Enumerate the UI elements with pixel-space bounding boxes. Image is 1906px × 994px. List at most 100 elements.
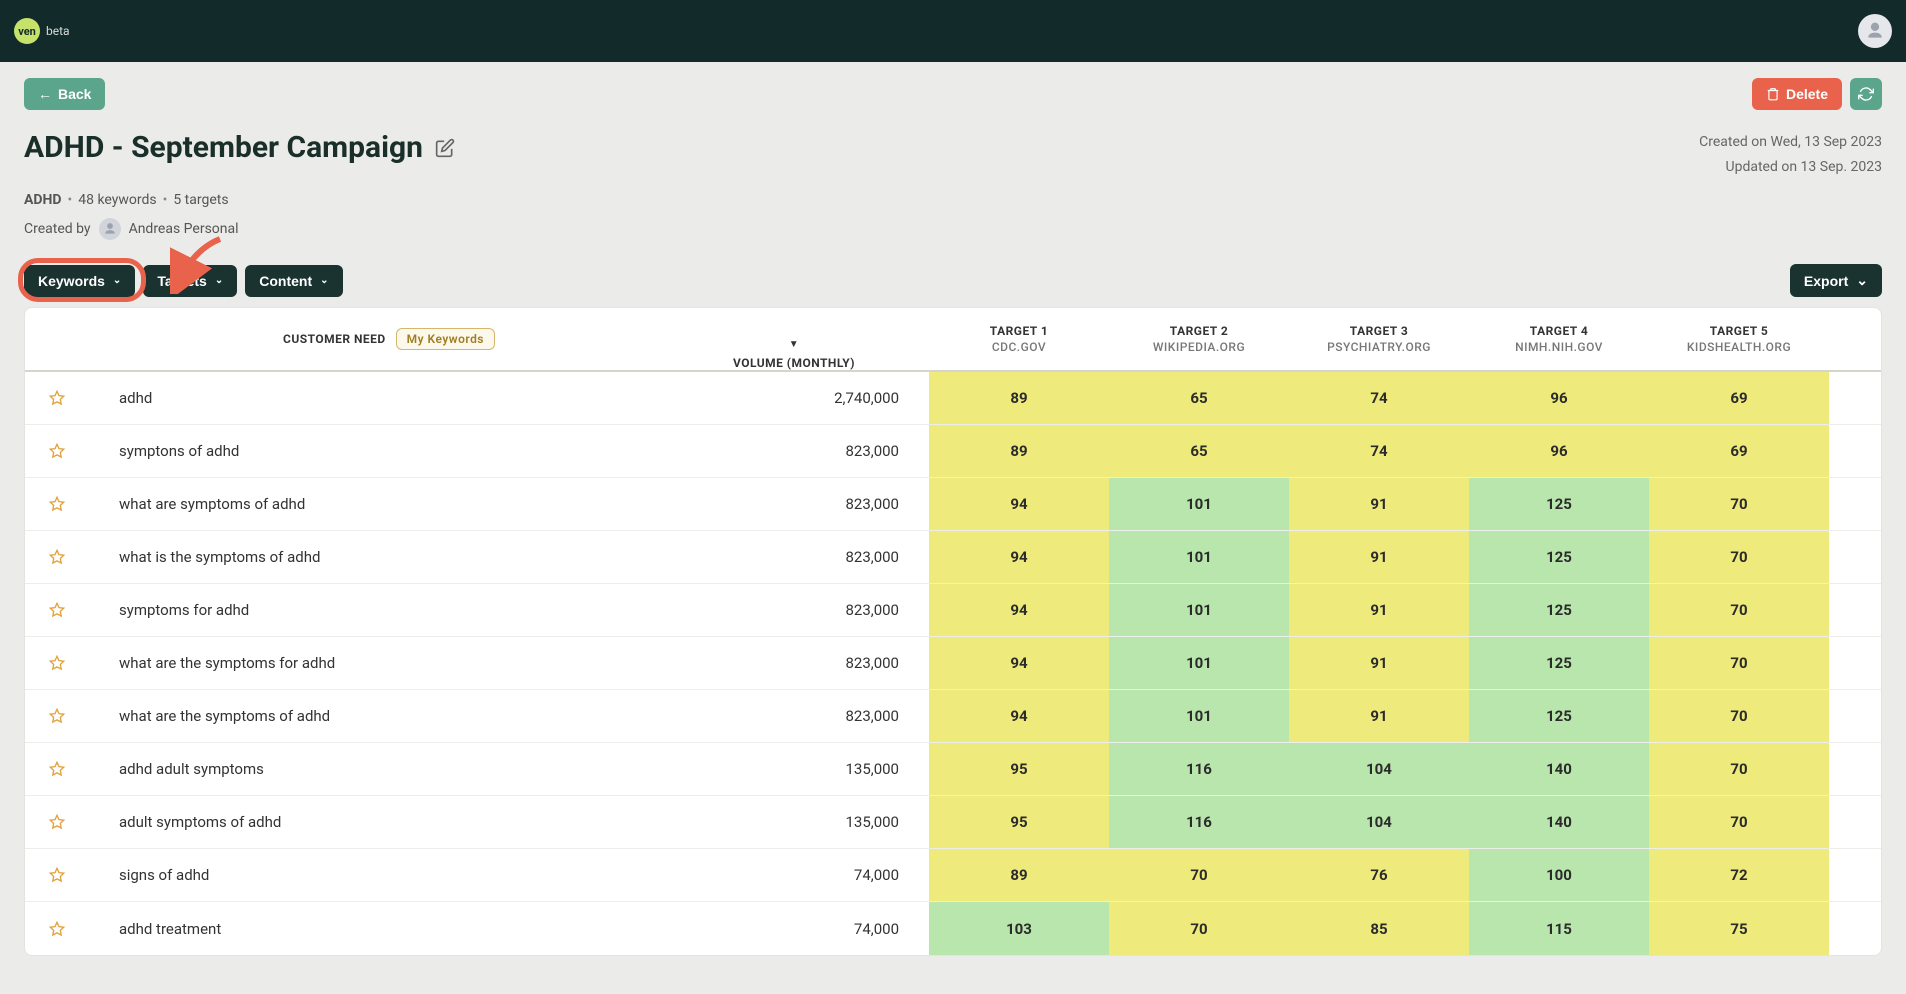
score-cell[interactable]: 115 <box>1469 902 1649 955</box>
delete-button[interactable]: Delete <box>1752 78 1842 110</box>
score-cell[interactable]: 69 <box>1649 425 1829 477</box>
keyword-cell[interactable]: adhd <box>89 372 689 424</box>
score-cell[interactable]: 125 <box>1469 531 1649 583</box>
star-cell[interactable] <box>25 637 89 689</box>
score-cell[interactable]: 70 <box>1649 637 1829 689</box>
score-cell[interactable]: 70 <box>1649 584 1829 636</box>
star-cell[interactable] <box>25 425 89 477</box>
star-cell[interactable] <box>25 531 89 583</box>
score-cell[interactable]: 94 <box>929 478 1109 530</box>
score-cell[interactable]: 91 <box>1289 690 1469 742</box>
score-cell[interactable]: 85 <box>1289 902 1469 955</box>
star-icon[interactable] <box>49 761 65 777</box>
score-cell[interactable]: 140 <box>1469 796 1649 848</box>
score-cell[interactable]: 69 <box>1649 372 1829 424</box>
score-cell[interactable]: 89 <box>929 425 1109 477</box>
score-cell[interactable]: 95 <box>929 796 1109 848</box>
score-cell[interactable]: 89 <box>929 849 1109 901</box>
score-cell[interactable]: 125 <box>1469 690 1649 742</box>
score-cell[interactable]: 70 <box>1109 902 1289 955</box>
keyword-cell[interactable]: what are the symptoms of adhd <box>89 690 689 742</box>
score-cell[interactable]: 65 <box>1109 372 1289 424</box>
col-volume[interactable]: ▼ VOLUME (MONTHLY) <box>689 308 929 370</box>
score-cell[interactable]: 75 <box>1649 902 1829 955</box>
tab-content[interactable]: Content ⌄ <box>245 265 342 297</box>
keyword-cell[interactable]: adult symptoms of adhd <box>89 796 689 848</box>
score-cell[interactable]: 94 <box>929 637 1109 689</box>
score-cell[interactable]: 72 <box>1649 849 1829 901</box>
keyword-cell[interactable]: what are symptoms of adhd <box>89 478 689 530</box>
col-target-1[interactable]: TARGET 1CDC.GOV <box>929 308 1109 370</box>
score-cell[interactable]: 125 <box>1469 584 1649 636</box>
edit-icon[interactable] <box>435 138 455 158</box>
tab-keywords[interactable]: Keywords ⌄ <box>24 265 135 297</box>
star-icon[interactable] <box>49 708 65 724</box>
score-cell[interactable]: 70 <box>1649 690 1829 742</box>
star-cell[interactable] <box>25 849 89 901</box>
star-icon[interactable] <box>49 496 65 512</box>
refresh-button[interactable] <box>1850 78 1882 110</box>
score-cell[interactable]: 140 <box>1469 743 1649 795</box>
score-cell[interactable]: 104 <box>1289 796 1469 848</box>
score-cell[interactable]: 94 <box>929 690 1109 742</box>
score-cell[interactable]: 101 <box>1109 531 1289 583</box>
score-cell[interactable]: 74 <box>1289 372 1469 424</box>
my-keywords-badge[interactable]: My Keywords <box>396 328 495 350</box>
score-cell[interactable]: 76 <box>1289 849 1469 901</box>
star-icon[interactable] <box>49 921 65 937</box>
score-cell[interactable]: 74 <box>1289 425 1469 477</box>
keyword-cell[interactable]: symptoms for adhd <box>89 584 689 636</box>
col-target-2[interactable]: TARGET 2WIKIPEDIA.ORG <box>1109 308 1289 370</box>
col-target-3[interactable]: TARGET 3PSYCHIATRY.ORG <box>1289 308 1469 370</box>
score-cell[interactable]: 101 <box>1109 637 1289 689</box>
star-cell[interactable] <box>25 478 89 530</box>
logo[interactable]: ven beta <box>14 18 70 44</box>
score-cell[interactable]: 104 <box>1289 743 1469 795</box>
score-cell[interactable]: 96 <box>1469 425 1649 477</box>
col-customer-need[interactable]: CUSTOMER NEED My Keywords <box>89 308 689 370</box>
star-icon[interactable] <box>49 867 65 883</box>
keyword-cell[interactable]: signs of adhd <box>89 849 689 901</box>
score-cell[interactable]: 91 <box>1289 531 1469 583</box>
score-cell[interactable]: 95 <box>929 743 1109 795</box>
star-icon[interactable] <box>49 655 65 671</box>
score-cell[interactable]: 116 <box>1109 743 1289 795</box>
score-cell[interactable]: 116 <box>1109 796 1289 848</box>
score-cell[interactable]: 65 <box>1109 425 1289 477</box>
score-cell[interactable]: 70 <box>1649 531 1829 583</box>
score-cell[interactable]: 91 <box>1289 478 1469 530</box>
score-cell[interactable]: 94 <box>929 584 1109 636</box>
score-cell[interactable]: 125 <box>1469 478 1649 530</box>
star-cell[interactable] <box>25 796 89 848</box>
score-cell[interactable]: 101 <box>1109 584 1289 636</box>
export-button[interactable]: Export ⌄ <box>1790 264 1882 297</box>
star-cell[interactable] <box>25 372 89 424</box>
back-button[interactable]: ← Back <box>24 78 105 110</box>
keyword-cell[interactable]: adhd adult symptoms <box>89 743 689 795</box>
star-cell[interactable] <box>25 902 89 955</box>
score-cell[interactable]: 125 <box>1469 637 1649 689</box>
score-cell[interactable]: 70 <box>1649 796 1829 848</box>
col-target-5[interactable]: TARGET 5KIDSHEALTH.ORG <box>1649 308 1829 370</box>
star-icon[interactable] <box>49 549 65 565</box>
tab-targets[interactable]: Targets ⌄ <box>143 265 237 297</box>
star-icon[interactable] <box>49 443 65 459</box>
score-cell[interactable]: 70 <box>1109 849 1289 901</box>
score-cell[interactable]: 89 <box>929 372 1109 424</box>
star-icon[interactable] <box>49 602 65 618</box>
score-cell[interactable]: 91 <box>1289 637 1469 689</box>
score-cell[interactable]: 70 <box>1649 478 1829 530</box>
star-cell[interactable] <box>25 690 89 742</box>
star-cell[interactable] <box>25 584 89 636</box>
user-avatar[interactable] <box>1858 14 1892 48</box>
score-cell[interactable]: 70 <box>1649 743 1829 795</box>
score-cell[interactable]: 94 <box>929 531 1109 583</box>
keyword-cell[interactable]: symptons of adhd <box>89 425 689 477</box>
score-cell[interactable]: 103 <box>929 902 1109 955</box>
score-cell[interactable]: 100 <box>1469 849 1649 901</box>
score-cell[interactable]: 96 <box>1469 372 1649 424</box>
star-icon[interactable] <box>49 390 65 406</box>
keyword-cell[interactable]: adhd treatment <box>89 902 689 955</box>
star-cell[interactable] <box>25 743 89 795</box>
score-cell[interactable]: 101 <box>1109 478 1289 530</box>
